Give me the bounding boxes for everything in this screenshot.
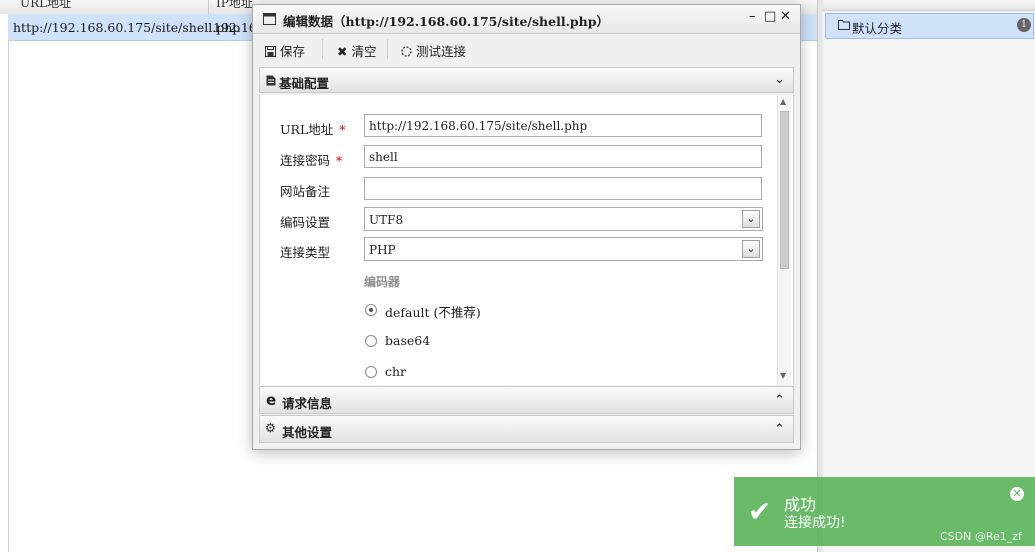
save-label: 保存 [279,44,305,59]
scroll-up-icon[interactable]: ▲ [780,97,786,106]
request-info-header[interactable]: e 请求信息 ⌃ [259,386,794,414]
basic-config-body: URL地址* 连接密码* 网站备注 编码设置 UTF8 ⌄ 连接类型 PHP ⌄… [259,95,794,385]
category-panel: 默认分类 1 [823,0,1035,552]
chevron-down-icon[interactable]: ⌄ [742,240,760,258]
radio-base64[interactable] [365,335,377,347]
other-settings-title: 其他设置 [282,425,333,440]
url-input[interactable] [364,114,762,137]
encoder-title: 编码器 [364,275,401,289]
test-connection-button[interactable]: 测试连接 [401,41,466,60]
radio-default-label[interactable]: default (不推荐) [385,302,481,321]
category-count-badge: 1 [1017,18,1031,32]
toolbar-separator [322,39,323,59]
radio-default[interactable] [365,304,377,316]
password-input[interactable] [364,145,762,168]
connection-type-value: PHP [369,243,396,257]
scrollbar-thumb[interactable] [780,111,789,269]
clear-button[interactable]: ✖ 清空 [337,41,376,60]
test-connection-label: 测试连接 [415,44,466,59]
column-header-url[interactable]: URL地址 [20,0,71,11]
category-label: 默认分类 [852,21,903,36]
chevron-up-icon: ⌃ [774,393,785,408]
radio-chr-label[interactable]: chr [385,364,406,379]
dialog-titlebar[interactable]: 编辑数据（http://192.168.60.175/site/shell.ph… [253,5,800,34]
basic-config-title: 基础配置 [279,76,330,91]
note-input[interactable] [364,177,762,200]
minimize-button[interactable]: – [749,9,756,24]
row-url: http://192.168.60.175/site/shell.php [13,20,241,35]
password-label: 连接密码 * [280,153,343,168]
radio-base64-label[interactable]: base64 [385,333,430,348]
close-button[interactable]: ✕ [780,9,791,24]
encoding-label: 编码设置 [280,215,331,230]
clear-label: 清空 [351,44,377,59]
basic-config-header[interactable]: 基础配置 ⌄ [259,67,794,93]
window-icon [263,13,276,25]
browser-icon: e [266,391,277,409]
column-separator [208,0,209,14]
x-icon: ✖ [337,44,348,59]
note-label: 网站备注 [280,184,331,199]
floppy-icon [265,46,276,57]
watermark: CSDN @Re1_zf [940,530,1022,543]
radio-chr[interactable] [365,366,377,378]
folder-icon [838,20,850,30]
dialog-title: 编辑数据（http://192.168.60.175/site/shell.ph… [283,14,609,29]
toolbar-separator [387,39,388,59]
gears-icon: ⚙ [265,421,276,435]
chevron-up-icon: ⌃ [774,422,785,437]
toast-close-icon[interactable]: ✕ [1010,487,1024,501]
category-item-default[interactable]: 默认分类 1 [825,13,1034,39]
save-button[interactable]: 保存 [265,41,305,60]
chevron-down-icon[interactable]: ⌄ [742,210,760,228]
checkmark-icon: ✔ [748,495,772,528]
chevron-down-icon: ⌄ [774,72,785,87]
scroll-down-icon[interactable]: ▼ [780,371,786,380]
column-header-ip[interactable]: IP地址 [216,0,253,11]
encoding-value: UTF8 [369,213,404,227]
spinner-icon [401,46,412,57]
document-icon [266,75,276,86]
list-left-edge [0,14,9,552]
request-info-title: 请求信息 [282,396,333,411]
maximize-button[interactable]: □ [764,9,776,24]
encoding-select[interactable]: UTF8 ⌄ [364,207,763,231]
connection-type-label: 连接类型 [280,245,331,260]
connection-type-select[interactable]: PHP ⌄ [364,237,763,261]
dialog-toolbar: 保存 ✖ 清空 测试连接 [259,35,794,63]
url-label: URL地址 * [280,122,346,137]
edit-data-dialog: 编辑数据（http://192.168.60.175/site/shell.ph… [252,4,801,450]
form-scrollbar[interactable]: ▲ ▼ [777,95,791,385]
toast-message: 连接成功! [784,515,846,531]
other-settings-header[interactable]: ⚙ 其他设置 ⌃ [259,415,794,443]
category-panel-toolbar [823,0,1035,11]
